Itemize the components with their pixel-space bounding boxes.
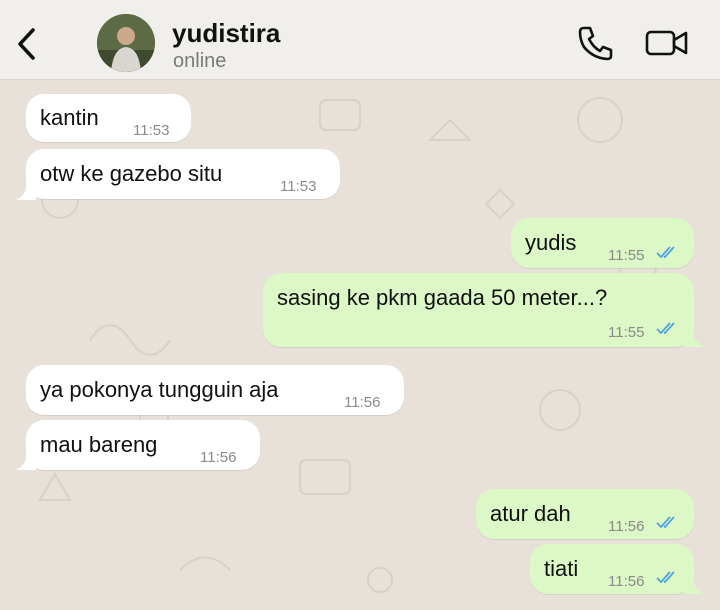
message-incoming[interactable]: ya pokonya tungguin aja 11:56 <box>26 365 404 415</box>
read-receipt-icon <box>656 571 675 584</box>
contact-name[interactable]: yudistira <box>172 18 280 49</box>
message-time: 11:56 <box>344 394 381 411</box>
message-text: otw ke gazebo situ <box>40 161 223 186</box>
message-text: mau bareng <box>40 432 158 457</box>
message-incoming[interactable]: mau bareng 11:56 <box>26 420 260 470</box>
message-text: kantin <box>40 105 99 130</box>
bubble-tail <box>16 182 36 200</box>
contact-avatar[interactable] <box>97 14 155 72</box>
message-time: 11:55 <box>608 247 645 264</box>
back-button[interactable] <box>10 24 42 64</box>
message-text: yudis <box>525 230 577 255</box>
bubble-tail <box>684 576 704 594</box>
avatar-photo <box>97 14 155 72</box>
message-outgoing[interactable]: yudis 11:55 <box>511 218 694 268</box>
message-text: tiati <box>544 556 579 581</box>
message-time: 11:55 <box>608 324 645 341</box>
video-call-button[interactable] <box>644 26 690 60</box>
message-text: ya pokonya tungguin aja <box>40 377 279 402</box>
message-outgoing[interactable]: tiati 11:56 <box>530 544 694 594</box>
message-time: 11:53 <box>133 122 170 139</box>
read-receipt-icon <box>656 246 675 259</box>
message-time: 11:56 <box>608 518 645 535</box>
message-incoming[interactable]: kantin 11:53 <box>26 94 191 142</box>
message-time: 11:56 <box>608 573 645 590</box>
message-incoming[interactable]: otw ke gazebo situ 11:53 <box>26 149 340 199</box>
read-receipt-icon <box>656 322 675 335</box>
contact-status: online <box>173 50 227 72</box>
chat-header: yudistira online <box>0 0 720 80</box>
message-text: atur dah <box>490 501 571 526</box>
chevron-left-icon <box>18 28 35 60</box>
message-time: 11:56 <box>200 449 237 466</box>
bubble-tail <box>684 329 704 347</box>
voice-call-button[interactable] <box>576 24 616 62</box>
message-outgoing[interactable]: atur dah 11:56 <box>476 489 694 539</box>
message-time: 11:53 <box>280 178 317 195</box>
read-receipt-icon <box>656 516 675 529</box>
bubble-tail <box>16 452 36 470</box>
video-camera-icon <box>645 30 688 56</box>
message-outgoing[interactable]: sasing ke pkm gaada 50 meter...? 11:55 <box>263 273 694 347</box>
message-text: sasing ke pkm gaada 50 meter...? <box>277 285 608 310</box>
phone-icon <box>578 26 613 61</box>
